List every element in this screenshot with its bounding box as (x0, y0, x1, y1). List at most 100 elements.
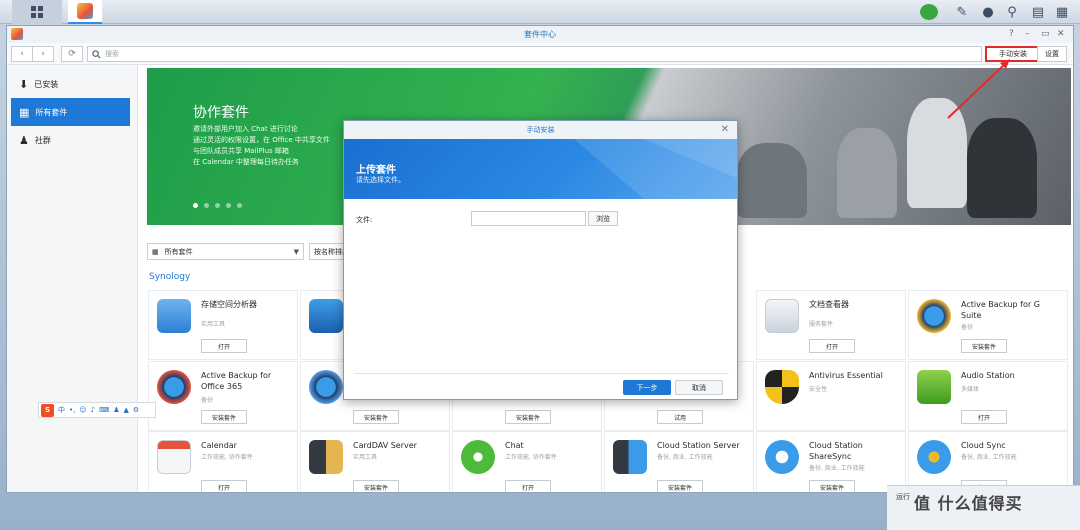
browse-button[interactable]: 浏览 (588, 211, 618, 226)
package-category: 安全性 (809, 386, 828, 393)
sidebar-item-all-packages[interactable]: ▦ 所有套件 (11, 98, 130, 126)
package-name: 存储空间分析器 (201, 300, 257, 309)
settings-button[interactable]: 设置 (1037, 46, 1067, 62)
emoji-icon[interactable]: ☺ (79, 406, 86, 414)
toolbar: ‹ › ⟳ 搜索 手动安装 设置 (7, 43, 1073, 65)
document-viewer-icon (765, 299, 799, 333)
package-category: 备份 (201, 397, 214, 404)
package-card[interactable]: Audio Station 多媒体 打开 (908, 361, 1068, 431)
carousel-dot[interactable] (226, 203, 231, 208)
install-button[interactable]: 安装套件 (961, 339, 1007, 353)
skin-icon[interactable]: ▲ (124, 406, 129, 414)
install-button[interactable]: 安装套件 (353, 480, 399, 492)
category-filter-select[interactable]: ▦ 所有套件 ▼ (147, 243, 304, 260)
carousel-dot[interactable] (193, 203, 198, 208)
back-button[interactable]: ‹ (11, 46, 33, 62)
punctuation-icon[interactable]: •, (69, 406, 75, 414)
package-category: 备份, 商业, 工作效能 (961, 454, 1017, 461)
banner-line: 在 Calendar 中整理每日待办任务 (193, 158, 299, 166)
carousel-dot[interactable] (215, 203, 220, 208)
package-category: 备份, 商业, 工作效能 (657, 454, 713, 461)
package-card[interactable]: Active Backup for Office 365 备份 安装套件 (148, 361, 298, 431)
window-titlebar[interactable]: 套件中心 ? – ▭ ✕ (7, 26, 1073, 43)
cancel-button[interactable]: 取消 (675, 380, 723, 395)
next-button[interactable]: 下一步 (623, 380, 671, 395)
grid-icon: ▦ (152, 247, 159, 256)
open-button[interactable]: 打开 (201, 480, 247, 492)
package-card[interactable]: Cloud Station ShareSync 备份, 商业, 工作效能 安装套… (756, 431, 906, 492)
package-card[interactable]: Active Backup for G Suite 备份 安装套件 (908, 290, 1068, 360)
search-input[interactable]: 搜索 (87, 46, 982, 62)
help-icon[interactable]: ? (1009, 29, 1014, 39)
notification-icon[interactable] (920, 4, 938, 20)
dialog-header: 上传套件 请先选择文件。 (344, 139, 737, 199)
forward-button[interactable]: › (32, 46, 54, 62)
dialog-header-subtitle: 请先选择文件。 (356, 176, 405, 184)
ime-logo-icon: S (41, 403, 54, 417)
active-backup-office365-icon (157, 370, 191, 404)
sidebar-item-label: 社群 (34, 135, 51, 145)
package-name: Antivirus Essential (809, 371, 883, 380)
open-button[interactable]: 打开 (505, 480, 551, 492)
settings-wrench-icon[interactable]: ⚙ (133, 406, 139, 414)
package-card[interactable]: 存储空间分析器 实用工具 打开 (148, 290, 298, 360)
file-path-input[interactable] (471, 211, 586, 226)
open-button[interactable]: 打开 (809, 339, 855, 353)
close-icon[interactable]: ✕ (1057, 29, 1065, 39)
microphone-icon[interactable]: ♪ (91, 406, 95, 414)
user-icon[interactable]: ♟ (113, 406, 119, 414)
package-card[interactable]: Chat 工作效能, 协作套件 打开 (452, 431, 602, 492)
install-button[interactable]: 安装套件 (353, 410, 399, 424)
package-card[interactable]: Cloud Station Server 备份, 商业, 工作效能 安装套件 (604, 431, 754, 492)
search-placeholder: 搜索 (105, 50, 119, 58)
install-button[interactable]: 安装套件 (505, 410, 551, 424)
taskbar: ✎ ● ⚲ ▤ ▦ (0, 0, 1080, 24)
ime-toolbar[interactable]: S 中 •, ☺ ♪ ⌨ ♟ ▲ ⚙ (38, 402, 156, 418)
window-title: 套件中心 (524, 30, 556, 39)
chat-icon (461, 440, 495, 474)
banner-photo (717, 88, 1057, 218)
audio-station-icon (917, 370, 951, 404)
cloud-station-server-icon (613, 440, 647, 474)
carousel-dot[interactable] (237, 203, 242, 208)
package-center-taskbar-button[interactable] (68, 0, 102, 24)
package-card[interactable]: Antivirus Essential 安全性 (756, 361, 906, 431)
chevron-down-icon: ▼ (293, 247, 299, 256)
carousel-dots (193, 203, 242, 208)
maximize-icon[interactable]: ▭ (1041, 29, 1050, 39)
manual-install-button[interactable]: 手动安装 (985, 46, 1041, 62)
windows-icon[interactable]: ▦ (1052, 0, 1072, 24)
package-card[interactable]: Calendar 工作效能, 协作套件 打开 (148, 431, 298, 492)
package-category: 工作效能, 协作套件 (505, 454, 557, 461)
install-button[interactable]: 安装套件 (201, 410, 247, 424)
antivirus-shield-icon (765, 370, 799, 404)
chat-icon[interactable]: ✎ (952, 0, 972, 24)
dialog-titlebar[interactable]: 手动安装 ✕ (344, 121, 737, 139)
active-backup-icon (309, 370, 343, 404)
package-name: CardDAV Server (353, 441, 417, 450)
package-card[interactable]: Cloud Sync 备份, 商业, 工作效能 打开 (908, 431, 1068, 492)
install-button[interactable]: 安装套件 (809, 480, 855, 492)
search-icon[interactable]: ⚲ (1002, 0, 1022, 24)
user-icon[interactable]: ● (978, 0, 998, 24)
open-button[interactable]: 打开 (201, 339, 247, 353)
refresh-button[interactable]: ⟳ (61, 46, 83, 62)
install-button[interactable]: 安装套件 (657, 480, 703, 492)
close-icon[interactable]: ✕ (721, 124, 729, 135)
widget-icon[interactable]: ▤ (1028, 0, 1048, 24)
package-card[interactable]: 文档查看器 服务套件 打开 (756, 290, 906, 360)
sidebar-item-community[interactable]: ♟ 社群 (11, 126, 130, 154)
package-name: Active Backup for G Suite (961, 300, 1040, 320)
package-card[interactable]: CardDAV Server 实用工具 安装套件 (300, 431, 450, 492)
ime-mode[interactable]: 中 (58, 405, 65, 415)
main-menu-button[interactable] (12, 0, 62, 24)
trial-button[interactable]: 试用 (657, 410, 703, 424)
minimize-icon[interactable]: – (1025, 29, 1030, 39)
keyboard-icon[interactable]: ⌨ (99, 406, 109, 414)
dialog-footer-divider (354, 373, 729, 374)
sidebar-item-installed[interactable]: ⬇ 已安装 (11, 70, 130, 98)
carousel-dot[interactable] (204, 203, 209, 208)
storage-analyzer-icon (157, 299, 191, 333)
file-label: 文件: (356, 216, 373, 224)
open-button[interactable]: 打开 (961, 410, 1007, 424)
